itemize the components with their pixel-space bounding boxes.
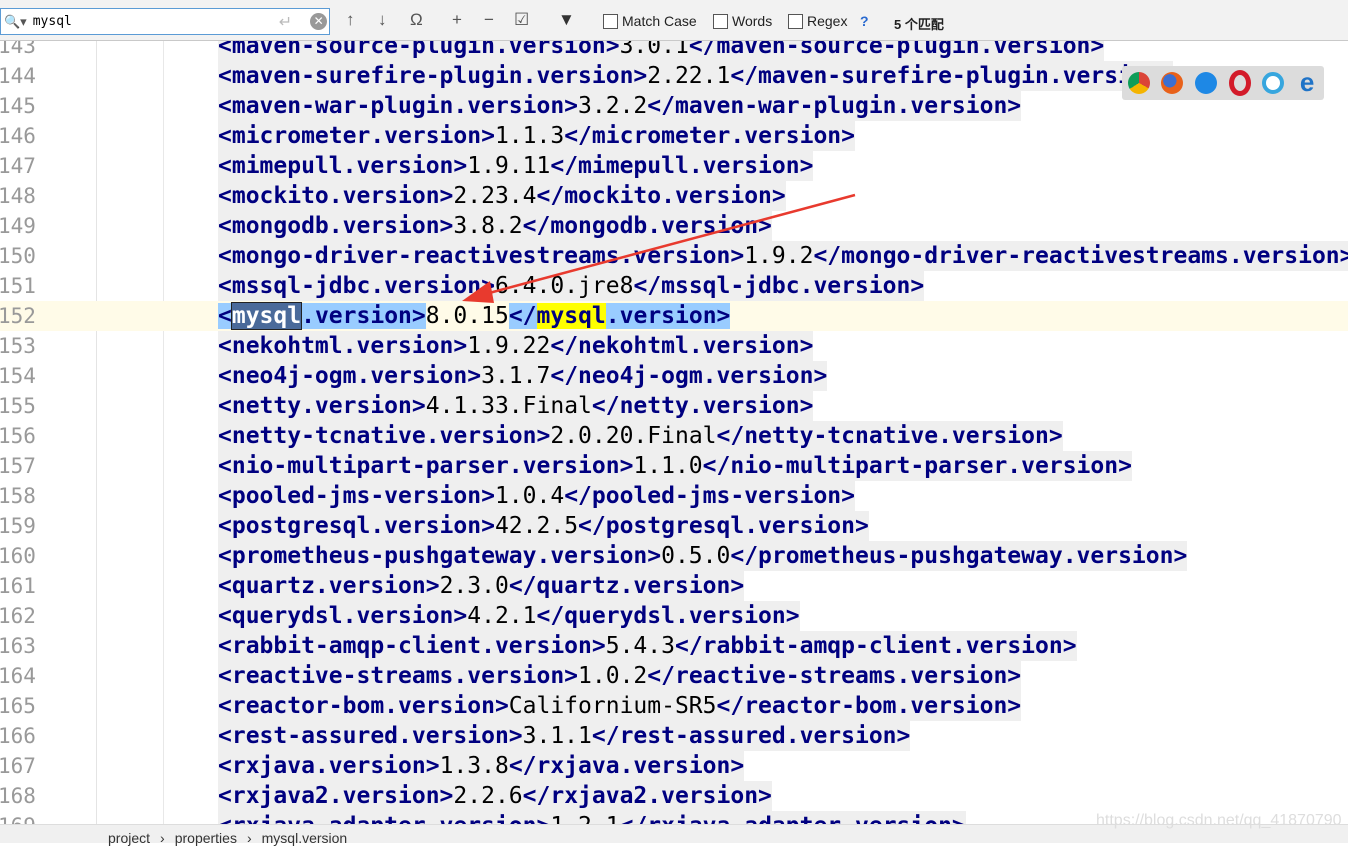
find-bar: 🔍▾ ↵ ✕ ↑ ↓ Ω + − ☑ ▼ Match Case Words Re…	[0, 0, 1348, 41]
checkbox-box[interactable]	[713, 13, 728, 29]
ie-icon[interactable]	[1262, 72, 1285, 94]
toggle-selection-icon[interactable]: ☑	[514, 10, 529, 30]
add-selection-icon[interactable]: +	[452, 10, 462, 30]
watermark: https://blog.csdn.net/qq_41870790	[1096, 812, 1342, 829]
breadcrumb: project › properties › mysql.version	[108, 830, 347, 846]
match-case-checkbox[interactable]: Match Case	[603, 13, 697, 29]
regex-help-link[interactable]: ?	[860, 13, 869, 29]
checkbox-box[interactable]	[603, 13, 618, 29]
opera-icon[interactable]	[1228, 70, 1251, 96]
regex-label: Regex	[807, 13, 848, 29]
safari-icon[interactable]	[1195, 72, 1218, 94]
filter-icon[interactable]: ▼	[558, 10, 575, 30]
firefox-icon[interactable]	[1161, 72, 1184, 94]
annotation-arrow	[462, 193, 856, 303]
chevron-right-icon: ›	[246, 830, 252, 846]
breadcrumb-item[interactable]: mysql.version	[262, 830, 348, 846]
regex-checkbox[interactable]: Regex	[788, 13, 847, 29]
arrow-up-icon[interactable]: ↑	[346, 10, 355, 30]
code-editor[interactable]: 143 <maven-source-plugin.version>3.0.1</m…	[0, 41, 1348, 824]
remove-selection-icon[interactable]: −	[484, 10, 494, 30]
words-checkbox[interactable]: Words	[713, 13, 772, 29]
search-icon[interactable]: 🔍▾	[4, 14, 27, 30]
select-all-occurrences-icon[interactable]: Ω	[410, 10, 423, 30]
match-case-label: Match Case	[622, 13, 697, 29]
chrome-icon[interactable]	[1127, 72, 1150, 94]
words-label: Words	[732, 13, 773, 29]
breadcrumb-item[interactable]: properties	[175, 830, 237, 846]
edge-icon[interactable]: e	[1296, 69, 1318, 95]
search-input[interactable]	[30, 13, 265, 30]
enter-icon: ↵	[278, 13, 293, 31]
chevron-right-icon: ›	[160, 830, 165, 846]
search-field[interactable]: 🔍▾ ↵ ✕	[0, 8, 330, 35]
clear-icon[interactable]: ✕	[310, 13, 328, 30]
checkbox-box[interactable]	[788, 13, 803, 29]
breadcrumb-item[interactable]: project	[108, 830, 150, 846]
browser-launcher: e	[1122, 66, 1324, 100]
match-count: 5 个匹配	[894, 17, 944, 32]
arrow-down-icon[interactable]: ↓	[378, 10, 387, 30]
